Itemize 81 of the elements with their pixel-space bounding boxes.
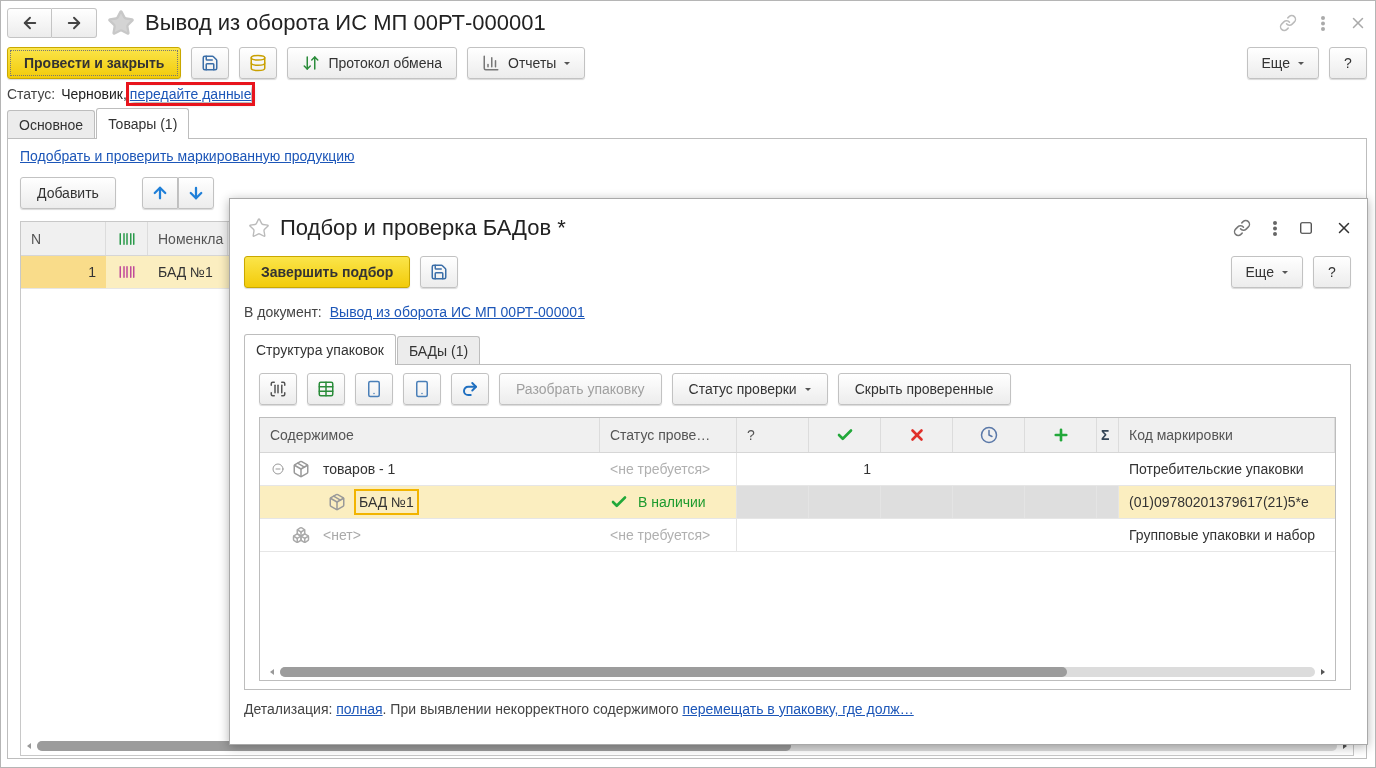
reports-button[interactable]: Отчеты [467,47,586,79]
column-header: Содержимое [260,418,600,452]
pick-products-link[interactable]: Подобрать и проверить маркированную продукцию [20,148,355,164]
caret-icon [564,61,571,65]
status-value: Черновик, [61,86,127,102]
tab[interactable]: БАДы (1) [396,336,481,364]
column-header: Σ [1097,418,1119,452]
tool-button[interactable] [355,373,393,405]
row-number: 1 [88,264,96,280]
help-button[interactable]: ? [1313,256,1351,288]
more-button[interactable]: Еще [1246,47,1319,79]
caret-icon [804,387,811,391]
caret-icon [1282,270,1288,274]
more-button[interactable]: Еще [1230,256,1303,288]
tab[interactable]: Товары (1) [96,108,190,139]
database-icon [249,54,268,72]
count-cell: 1 [863,461,871,477]
action-button[interactable]: Статус проверки [671,373,828,405]
tab[interactable]: Основное [7,110,96,138]
save-icon [201,54,220,72]
move-up-button[interactable] [141,177,178,209]
boxes-icon [292,526,310,544]
tab[interactable]: Структура упаковок [244,334,396,365]
column-header: ? [737,418,809,452]
column-header: Код маркировки [1119,418,1335,452]
code-cell: Групповые упаковки и набор [1129,527,1316,543]
table-row[interactable]: БАД №1 В наличии (01)09780201379617(21)5*e [260,486,1335,519]
back-button[interactable] [7,8,52,38]
tool-button[interactable] [403,373,441,405]
column-header: N [21,222,106,255]
post-and-close-button[interactable]: Провести и закрыть [7,47,182,79]
star-icon [107,9,135,37]
maximize-icon [1299,221,1313,235]
arrows-icon [302,54,321,72]
move-down-button[interactable] [177,177,214,209]
product-name: БАД №1 [158,264,213,280]
link-icon [1233,219,1251,237]
caret-icon [1298,61,1304,65]
dialog-title: Подбор и проверка БАДов * [280,215,566,241]
status-text: <не требуется> [610,527,711,543]
exchange-log-button[interactable]: Протокол обмена [287,47,457,79]
code-cell: (01)09780201379617(21)5*e [1129,494,1309,510]
barcode-icon [269,380,287,398]
redo-icon [461,380,479,398]
barcode-icon [118,263,136,281]
clock-icon [979,426,998,444]
detail-text: Детализация: полная. При выявлении некорректного содержимого перемещать в упаковку, где долж… [244,701,914,717]
table-row[interactable]: <нет> <не требуется> Групповые упаковки и набор [260,519,1335,552]
forward-icon [65,14,83,32]
table-row[interactable]: товаров - 1 <не требуется> 1 Потребительские упаковки [260,453,1335,486]
detail-link[interactable]: полная [336,701,383,717]
forward-button[interactable] [52,8,97,38]
add-button[interactable]: Добавить [20,177,116,209]
action-button[interactable]: Скрыть проверенные [837,373,1011,405]
tool-button[interactable] [451,373,489,405]
link-icon [1279,14,1297,32]
menu-icon [1321,15,1325,31]
help-button[interactable]: ? [1329,47,1367,79]
item-name: товаров - 1 [322,460,397,479]
document-link[interactable]: Вывод из оборота ИС МП 00РТ-000001 [329,304,585,320]
finish-button[interactable]: Завершить подбор [244,256,411,288]
move-to-package-link[interactable]: перемещать в упаковку, где долж… [682,701,914,717]
save-icon [430,263,449,281]
tool-button[interactable] [307,373,345,405]
document-label: В документ: [244,304,322,320]
item-name: <нет> [322,526,362,545]
column-header: Номенкла [148,222,228,255]
status-label: Статус: [7,86,56,102]
table-icon [317,380,335,398]
menu-icon [1273,220,1277,236]
star-icon [248,217,270,239]
window-title: Вывод из оборота ИС МП 00РТ-000001 [145,10,546,36]
code-cell: Потребительские упаковки [1129,461,1304,477]
save-button[interactable] [191,47,230,79]
status-text: В наличии [638,494,706,510]
column-header: Статус прове… [600,418,737,452]
chart-icon [482,54,500,72]
item-name: БАД №1 [354,489,419,515]
status-text: <не требуется> [610,461,711,477]
tool-button[interactable] [259,373,297,405]
save-button[interactable] [420,256,459,288]
